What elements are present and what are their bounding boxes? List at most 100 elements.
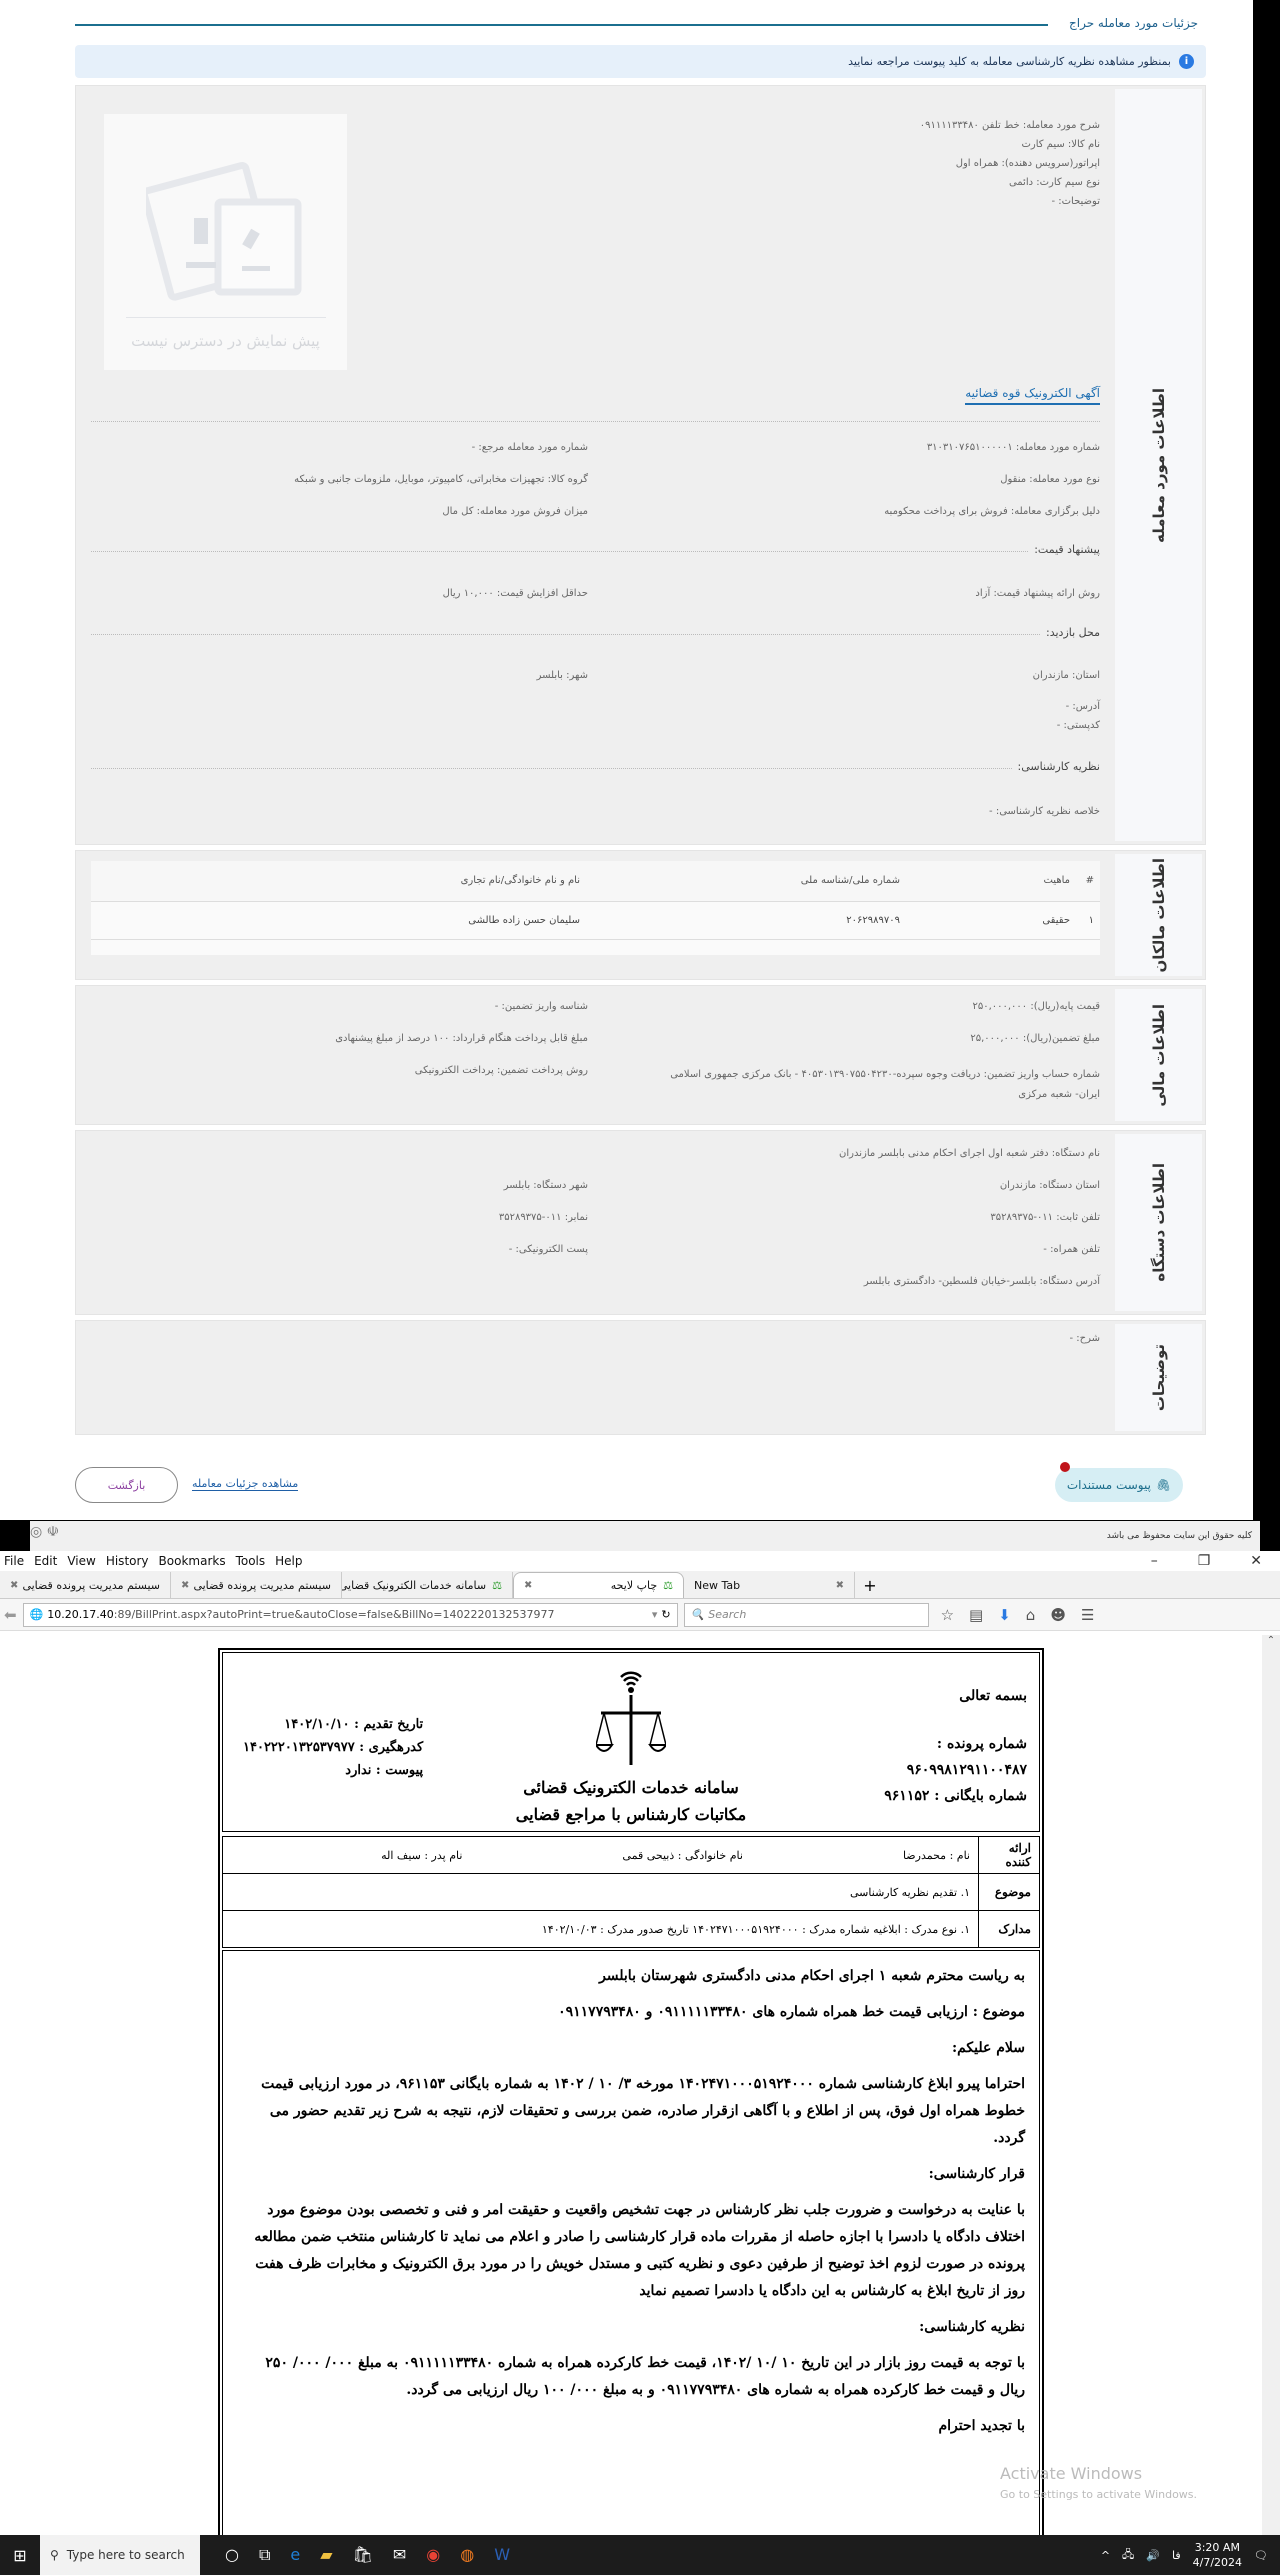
close-tab-icon[interactable]: ✖ xyxy=(10,1580,18,1591)
volume-icon[interactable]: 🔊 xyxy=(1146,2549,1160,2562)
base-price: قیمت پایه(ریال): ۲۵۰,۰۰۰,۰۰۰ xyxy=(972,1001,1100,1012)
image-preview-placeholder: پیش نمایش در دسترس نیست xyxy=(104,114,347,370)
sale-amount: میزان فروش مورد معامله: کل مال xyxy=(442,506,588,517)
document-body: به ریاست محترم شعبه ۱ اجرای احکام مدنی د… xyxy=(222,1950,1040,2535)
payment-method: روش پرداخت تضمین: پرداخت الکترونیکی xyxy=(414,1065,588,1076)
menu-bookmarks[interactable]: Bookmarks xyxy=(159,1554,226,1568)
tray-chevron-icon[interactable]: ^ xyxy=(1101,2549,1110,2562)
section-label-text: اطلاعات مالی xyxy=(1149,1003,1168,1107)
search-icon: 🔍 xyxy=(690,1608,705,1621)
view-deal-details-link[interactable]: مشاهده جزئیات معامله xyxy=(192,1477,299,1491)
windows-start-icon[interactable]: ⊞ xyxy=(0,2546,40,2565)
column-header: # xyxy=(1070,861,1100,902)
dropdown-icon[interactable]: ▾ xyxy=(652,1608,658,1621)
tab-label: سیستم مدیریت پرونده قضایی xyxy=(193,1578,331,1592)
back-arrow-icon[interactable]: ⬅ xyxy=(4,1606,17,1624)
taskbar: ⊞ ⚲ Type here to search ○ ⧉ e ▰ 🛍 ✉ ◉ ◍ W… xyxy=(0,2535,1280,2575)
desc-line: توضیحات: - xyxy=(1051,196,1100,207)
minimize-icon[interactable]: – xyxy=(1151,1553,1158,1569)
menu-edit[interactable]: Edit xyxy=(34,1554,57,1568)
paragraph: با تجدید احترام xyxy=(938,2418,1026,2434)
scales-favicon-icon: ⚖ xyxy=(492,1578,502,1592)
search-input[interactable]: 🔍 Search xyxy=(683,1602,929,1627)
opinion-heading: نظریه کارشناسی: xyxy=(1011,760,1100,773)
site-footer: ◎ ☫ کلیه حقوق این سایت محفوظ می باشد xyxy=(30,1521,1260,1551)
judiciary-ad-link[interactable]: آگهی الکترونیک قوه قضائیه xyxy=(965,386,1100,405)
column-header: ماهیت xyxy=(900,861,1070,902)
firefox-icon[interactable]: ◍ xyxy=(460,2545,474,2565)
attachments-button[interactable]: 🖇 پیوست مستندات xyxy=(1055,1468,1183,1502)
home-icon[interactable]: ⌂ xyxy=(1026,1606,1036,1624)
taskbar-search-input[interactable]: ⚲ Type here to search xyxy=(40,2535,200,2575)
deal-reason: دلیل برگزاری معامله: فروش برای پرداخت مح… xyxy=(884,506,1100,517)
network-icon[interactable]: 🖧 xyxy=(1122,2546,1134,2565)
tab[interactable]: New Tab ✖ xyxy=(684,1572,855,1598)
download-icon[interactable]: ⬇ xyxy=(998,1606,1011,1624)
submit-date: تاریخ تقدیم : ۱۴۰۲/۱۰/۱۰ xyxy=(284,1717,424,1732)
min-increase: حداقل افزایش قیمت: ۱۰,۰۰۰ ریال xyxy=(442,588,588,599)
tracking-code: کدرهگیری : ۱۴۰۲۲۲۰۱۳۲۵۳۷۹۷۷ xyxy=(243,1740,424,1755)
divider xyxy=(125,317,326,318)
notifications-icon[interactable]: 🗨 xyxy=(1254,2549,1268,2562)
preview-unavailable-text: پیش نمایش در دسترس نیست xyxy=(131,332,320,350)
deal-description: شرح مورد معامله: خط تلفن ۰۹۱۱۱۱۳۳۴۸۰ نام… xyxy=(920,116,1100,211)
section-label: اطلاعات مالکان xyxy=(1115,854,1202,976)
deposit-account: شماره حساب واریز تضمین: دریافت وجوه سپرد… xyxy=(670,1069,1100,1100)
justice-scales-logo-icon xyxy=(594,1671,668,1765)
ref-deal-number: شماره مورد معامله مرجع: - xyxy=(471,442,588,453)
agency-city: شهر دستگاه: بابلسر xyxy=(503,1180,588,1191)
url-bar[interactable]: 🌐 10.20.17.40:89/BillPrint.aspx?autoPrin… xyxy=(22,1602,678,1627)
chrome-icon[interactable]: ◉ xyxy=(426,2545,440,2565)
scales-favicon-icon: ⚖ xyxy=(663,1579,673,1592)
agency-phone: تلفن ثابت: ۰۱۱-۳۵۲۸۹۳۷۵ xyxy=(990,1212,1100,1223)
store-icon[interactable]: 🛍 xyxy=(353,2545,373,2565)
cortana-icon[interactable]: ○ xyxy=(225,2545,239,2565)
cell-name: سلیمان حسن زاده طالشی xyxy=(91,901,580,940)
menu-view[interactable]: View xyxy=(67,1554,95,1568)
tab-label: سیستم مدیریت پرونده قضایی xyxy=(22,1578,160,1592)
edge-icon[interactable]: e xyxy=(290,2545,300,2565)
presenter-label: ارائه کننده xyxy=(978,1836,1040,1874)
notification-badge xyxy=(1060,1462,1070,1472)
paragraph: احتراما پیرو ابلاغ کارشناسی شماره ۱۴۰۲۴۷… xyxy=(261,2076,1025,2146)
tab-active[interactable]: ⚖ چاپ لایحه ✖ xyxy=(513,1572,684,1598)
file-explorer-icon[interactable]: ▰ xyxy=(320,2545,332,2565)
column-header: نام و نام خانوادگی/نام تجاری xyxy=(91,861,580,902)
clock[interactable]: 3:20 AM 4/7/2024 xyxy=(1193,2540,1242,2570)
close-window-icon[interactable]: ✕ xyxy=(1250,1553,1262,1569)
province: استان: مازندران xyxy=(1032,670,1100,681)
page-title: جزئیات مورد معامله حراج xyxy=(1069,16,1198,30)
back-button[interactable]: بازگشت xyxy=(75,1467,178,1503)
restore-icon[interactable]: ❐ xyxy=(1198,1553,1211,1569)
hamburger-menu-icon[interactable]: ☰ xyxy=(1081,1606,1094,1624)
chat-icon[interactable]: ☻ xyxy=(1050,1606,1066,1624)
task-view-icon[interactable]: ⧉ xyxy=(259,2545,270,2565)
mail-icon[interactable]: ✉ xyxy=(393,2545,406,2565)
paragraph: به ریاست محترم شعبه ۱ اجرای احکام مدنی د… xyxy=(599,1968,1025,1984)
new-tab-button[interactable]: + xyxy=(855,1576,885,1598)
menu-tools[interactable]: Tools xyxy=(236,1554,266,1568)
table-row: مدارک ۱. نوع مدرک : ابلاغیه شماره مدرک : … xyxy=(222,1910,1040,1948)
menu-history[interactable]: History xyxy=(106,1554,149,1568)
close-tab-icon[interactable]: ✖ xyxy=(524,1580,532,1591)
language-indicator[interactable]: فا xyxy=(1172,2549,1181,2562)
tab[interactable]: سیستم مدیریت پرونده قضایی ✖ xyxy=(171,1572,342,1598)
info-banner: i بمنظور مشاهده نظریه کارشناسی معامله به… xyxy=(75,45,1206,78)
bookmark-star-icon[interactable]: ☆ xyxy=(941,1606,954,1624)
reading-list-icon[interactable]: ▤ xyxy=(969,1606,983,1624)
menu-file[interactable]: File xyxy=(4,1554,24,1568)
menu-help[interactable]: Help xyxy=(275,1554,302,1568)
paragraph: سلام علیکم: xyxy=(951,2040,1025,2056)
close-tab-icon[interactable]: ✖ xyxy=(836,1580,844,1591)
tab[interactable]: سیستم مدیریت پرونده قضایی ✖ xyxy=(0,1572,171,1598)
paragraph: موضوع : ارزیابی قیمت خط همراه شماره های … xyxy=(558,2004,1025,2020)
tab-label: سامانه خدمات الکترونیک قضایی xyxy=(342,1578,487,1592)
tab[interactable]: ⚖سامانه خدمات الکترونیک قضایی✖ xyxy=(342,1572,513,1598)
reload-icon[interactable]: ↻ xyxy=(661,1608,670,1621)
word-icon[interactable]: W xyxy=(494,2545,510,2565)
vertical-scrollbar[interactable]: ⌃ xyxy=(1262,1635,1280,2535)
close-tab-icon[interactable]: ✖ xyxy=(181,1580,189,1591)
taskbar-search-placeholder: Type here to search xyxy=(66,2548,185,2562)
notes-description: شرح: - xyxy=(1069,1333,1100,1344)
cell-index: ۱ xyxy=(1070,901,1100,940)
